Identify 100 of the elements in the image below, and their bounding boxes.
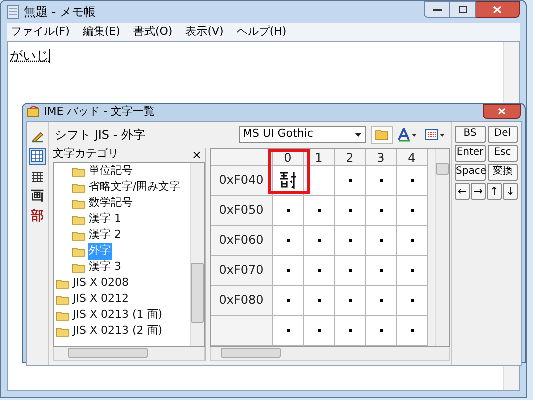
radical-tool[interactable]: 画 [29,188,46,204]
undefined-character-icon [286,238,290,242]
character-cell[interactable] [335,226,366,256]
character-cell[interactable] [335,196,366,226]
key-button[interactable]: 変換 [488,164,518,180]
ime-pad-icon [27,106,40,118]
key-button[interactable]: BS [455,126,486,142]
close-button[interactable] [476,1,520,18]
maximize-button[interactable] [450,1,476,18]
key-button[interactable]: Space [455,164,486,180]
character-cell[interactable] [335,316,366,346]
arrow-key-button[interactable]: → [471,182,486,200]
folder-icon [72,246,85,256]
key-button[interactable]: Del [488,126,518,142]
dropdown-arrow-icon [355,132,362,136]
character-cell[interactable] [366,166,397,196]
category-item[interactable]: JIS X 0213 (2 面) [72,323,164,340]
radical-tool[interactable]: 部 [29,208,46,224]
arrow-key-button[interactable]: ← [455,182,470,200]
character-cell[interactable] [273,316,304,346]
category-item[interactable]: JIS X 0212 [72,291,130,308]
row-header: 0xF060 [211,226,273,256]
character-cell[interactable] [366,316,397,346]
column-header: 3 [366,148,397,166]
undefined-character-icon [410,208,414,212]
font-dropdown[interactable]: MS UI Gothic [239,126,366,143]
arrow-key-button[interactable]: ↓ [503,182,518,200]
folder-icon [72,166,85,176]
character-cell[interactable] [397,196,428,226]
key-button[interactable]: Enter [455,144,486,162]
character-cell[interactable] [397,256,428,286]
character-cell[interactable] [397,166,428,196]
undefined-character-icon [410,238,414,242]
undefined-character-icon [318,268,320,272]
category-item[interactable]: JIS X 0213 (1 面) [72,307,164,324]
close-panel-button[interactable]: × [192,148,202,160]
category-item[interactable]: 省略文字/囲み文字 [88,179,182,196]
character-cell[interactable] [304,226,335,256]
undefined-character-icon [380,238,382,242]
arrow-key-button[interactable]: ↑ [487,182,502,200]
undefined-character-icon [410,328,414,332]
character-cell[interactable] [304,196,335,226]
category-item[interactable]: JIS X 0208 [72,275,130,292]
undefined-character-icon [286,208,290,212]
row-header [211,316,273,346]
character-cell[interactable] [335,256,366,286]
category-item[interactable]: 漢字 1 [88,211,122,228]
menu-item[interactable]: 編集(E) [82,24,120,40]
character-cell[interactable] [397,286,428,316]
character-cell[interactable] [273,286,304,316]
row-header: 0xF040 [211,166,273,196]
row-header: 0xF080 [211,286,273,316]
character-cell[interactable] [304,316,335,346]
pencil-icon [31,130,44,142]
charset-label: シフト JIS - 外字 [55,126,146,144]
horizontal-scrollbar[interactable] [210,346,450,360]
open-folder-button[interactable] [371,126,393,144]
horizontal-scrollbar[interactable] [53,346,205,360]
undefined-character-icon [348,268,352,272]
menu-item[interactable]: ヘルプ(H) [236,24,287,40]
font-a-icon [398,128,418,142]
folder-icon [72,198,85,208]
character-cell[interactable] [335,286,366,316]
character-cell[interactable] [366,226,397,256]
undefined-character-icon [318,298,320,302]
grid-view-icon [425,128,445,140]
character-cell[interactable] [273,196,304,226]
character-cell[interactable] [304,256,335,286]
category-item[interactable]: 漢字 3 [88,259,122,276]
font-style-button[interactable] [396,126,420,144]
menu-item[interactable]: 表示(V) [186,24,224,40]
undefined-character-icon [318,238,320,242]
character-cell[interactable] [273,256,304,286]
key-button[interactable]: Esc [488,144,518,162]
menu-item[interactable]: 書式(O) [133,24,173,40]
close-icon [498,108,506,115]
character-cell[interactable] [397,226,428,256]
undefined-character-icon [286,298,290,302]
minimize-button[interactable] [424,1,450,18]
folder-icon [72,262,85,272]
vertical-scrollbar[interactable] [435,148,449,346]
character-cell[interactable] [366,286,397,316]
character-cell[interactable] [366,256,397,286]
close-button[interactable] [483,104,521,119]
character-cell[interactable] [273,226,304,256]
character-cell[interactable] [397,316,428,346]
vertical-scrollbar[interactable] [190,162,204,346]
character-list-tool[interactable] [29,148,46,164]
character-cell[interactable] [335,166,366,196]
folder-icon [72,230,85,240]
row-header: 0xF070 [211,256,273,286]
character-cell[interactable] [366,196,397,226]
category-item[interactable]: 漢字 2 [88,227,122,244]
undefined-character-icon [380,298,382,302]
folder-icon [56,278,69,288]
category-item[interactable]: 数学記号 [88,195,134,212]
character-cell[interactable] [304,286,335,316]
category-item[interactable]: 単位記号 [88,163,134,180]
menu-item[interactable]: ファイル(F) [11,24,70,40]
grid-corner-cell [211,148,273,166]
